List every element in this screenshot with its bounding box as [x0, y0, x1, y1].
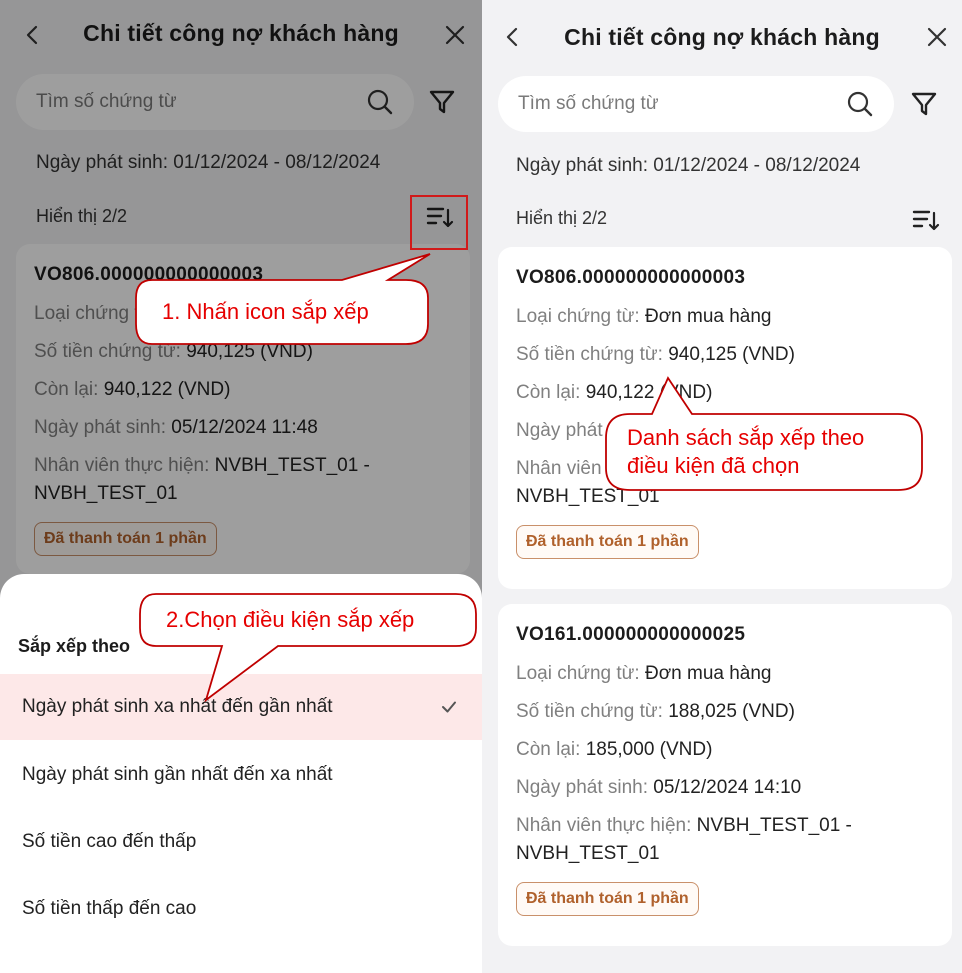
document-type-label: Loại chứng từ: — [516, 306, 640, 327]
remaining-label: Còn lại: — [516, 739, 581, 760]
status-badge: Đã thanh toán 1 phần — [516, 525, 699, 559]
sort-option-label: Ngày phát sinh gần nhất đến xa nhất — [22, 764, 333, 785]
staff-label: Nhân viên — [516, 458, 602, 479]
remaining-row: Còn lại: 185,000 (VND) — [516, 736, 934, 764]
document-type-label: Loại chứng từ: — [516, 663, 640, 684]
date-value: 05/12/2024 14:10 — [648, 777, 802, 798]
amount-row: Số tiền chứng từ: 188,025 (VND) — [516, 698, 934, 726]
remaining-value: 185,000 (VND) — [580, 739, 713, 760]
callout-step1-text: 1. Nhấn icon sắp xếp — [162, 299, 369, 324]
date-row: Ngày phát sinh: 05/12/2024 14:10 — [516, 774, 934, 802]
sort-option-label: Số tiền cao đến thấp — [22, 831, 197, 852]
document-code: VO806.000000000000003 — [516, 267, 746, 288]
left-screen: Chi tiết công nợ khách hàng Ngày phát si… — [0, 0, 482, 973]
sort-option-date-newest-first[interactable]: Ngày phát sinh gần nhất đến xa nhất — [0, 742, 482, 808]
status-badge: Đã thanh toán 1 phần — [516, 882, 699, 916]
document-type-row: Loại chứng từ: Đơn mua hàng — [516, 660, 934, 688]
sort-option-label: Số tiền thấp đến cao — [22, 898, 197, 919]
header: Chi tiết công nợ khách hàng — [482, 0, 962, 68]
amount-label: Số tiền chứng từ: — [516, 344, 663, 365]
staff-value: NVBH_TEST_01 - — [691, 815, 852, 836]
sort-option-amount-asc[interactable]: Số tiền thấp đến cao — [0, 876, 482, 942]
document-type-row: Loại chứng từ: Đơn mua hàng — [516, 303, 934, 331]
amount-label: Số tiền chứng từ: — [516, 701, 663, 722]
amount-value: 940,125 (VND) — [662, 344, 795, 365]
callout-step2-text: 2.Chọn điều kiện sắp xếp — [166, 607, 415, 632]
search-input[interactable] — [518, 76, 838, 132]
callout-result-text-line2: điều kiện đã chọn — [627, 453, 800, 478]
page-title: Chi tiết công nợ khách hàng — [564, 24, 880, 50]
remaining-label: Còn lại: — [516, 382, 581, 403]
debt-card[interactable]: VO161.000000000000025 Loại chứng từ: Đơn… — [498, 604, 952, 946]
search-icon[interactable] — [846, 90, 874, 118]
search-box — [498, 76, 894, 132]
sort-icon[interactable] — [912, 207, 940, 233]
staff-row: Nhân viên thực hiện: NVBH_TEST_01 - — [516, 812, 934, 840]
date-range: Ngày phát sinh: 01/12/2024 - 08/12/2024 — [516, 155, 861, 176]
filter-icon[interactable] — [910, 90, 938, 118]
right-screen: Chi tiết công nợ khách hàng Ngày phát si… — [482, 0, 962, 973]
sheet-title: Sắp xếp theo — [18, 636, 131, 656]
document-type-value: Đơn mua hàng — [639, 663, 772, 684]
callout-result-text-line1: Danh sách sắp xếp theo — [627, 425, 865, 450]
staff-row-cont: NVBH_TEST_01 — [516, 843, 660, 864]
close-icon[interactable] — [922, 22, 952, 52]
amount-row: Số tiền chứng từ: 940,125 (VND) — [516, 341, 934, 369]
document-type-value: Đơn mua hàng — [639, 306, 772, 327]
sort-option-amount-desc[interactable]: Số tiền cao đến thấp — [0, 809, 482, 875]
document-code: VO161.000000000000025 — [516, 624, 746, 645]
amount-value: 188,025 (VND) — [662, 701, 795, 722]
sort-icon-highlight-box — [410, 195, 468, 250]
result-count: Hiển thị 2/2 — [516, 208, 608, 228]
staff-label: Nhân viên thực hiện: — [516, 815, 692, 836]
date-label: Ngày phát — [516, 420, 603, 441]
date-label: Ngày phát sinh: — [516, 777, 649, 798]
